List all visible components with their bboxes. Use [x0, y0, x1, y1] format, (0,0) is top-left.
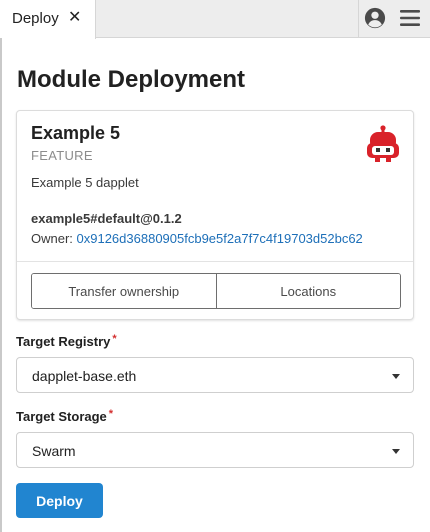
- card-divider: [17, 261, 413, 262]
- chevron-down-icon: [392, 374, 400, 379]
- owner-row: Owner: 0x9126d36880905fcb9e5f2a7f7c4f197…: [31, 231, 363, 246]
- close-icon[interactable]: ✕: [68, 9, 81, 27]
- tab-bar: Deploy ✕: [0, 0, 430, 39]
- tab-label: Deploy: [12, 10, 59, 27]
- storage-selected-value: Swarm: [32, 443, 76, 459]
- robot-icon: [367, 125, 399, 162]
- module-version: example5#default@0.1.2: [31, 211, 182, 226]
- target-storage-select[interactable]: Swarm: [16, 432, 414, 468]
- toolbar-divider: [358, 0, 359, 38]
- module-description: Example 5 dapplet: [31, 175, 139, 190]
- target-storage-label: Target Storage *: [16, 408, 114, 424]
- owner-label: Owner:: [31, 231, 77, 246]
- owner-address-link[interactable]: 0x9126d36880905fcb9e5f2a7f7c4f19703d52bc…: [77, 231, 363, 246]
- target-registry-label: Target Registry *: [16, 333, 117, 349]
- required-mark: *: [112, 333, 117, 345]
- card-button-group: Transfer ownership Locations: [31, 273, 401, 309]
- chevron-down-icon: [392, 449, 400, 454]
- registry-selected-value: dapplet-base.eth: [32, 368, 137, 384]
- required-mark: *: [108, 408, 114, 420]
- locations-button[interactable]: Locations: [215, 274, 400, 308]
- hamburger-menu-icon[interactable]: [399, 8, 421, 28]
- page-title: Module Deployment: [17, 66, 246, 93]
- tab-deploy[interactable]: Deploy ✕: [0, 0, 96, 39]
- scrollbar-track: [0, 38, 2, 532]
- account-circle-icon[interactable]: [364, 7, 386, 29]
- module-title: Example 5: [31, 123, 121, 143]
- module-card: Example 5 FEATURE Example 5 dapplet exam…: [16, 110, 414, 320]
- deploy-button[interactable]: Deploy: [16, 483, 103, 518]
- module-type: FEATURE: [31, 148, 93, 163]
- target-registry-select[interactable]: dapplet-base.eth: [16, 357, 414, 393]
- transfer-ownership-button[interactable]: Transfer ownership: [32, 274, 216, 308]
